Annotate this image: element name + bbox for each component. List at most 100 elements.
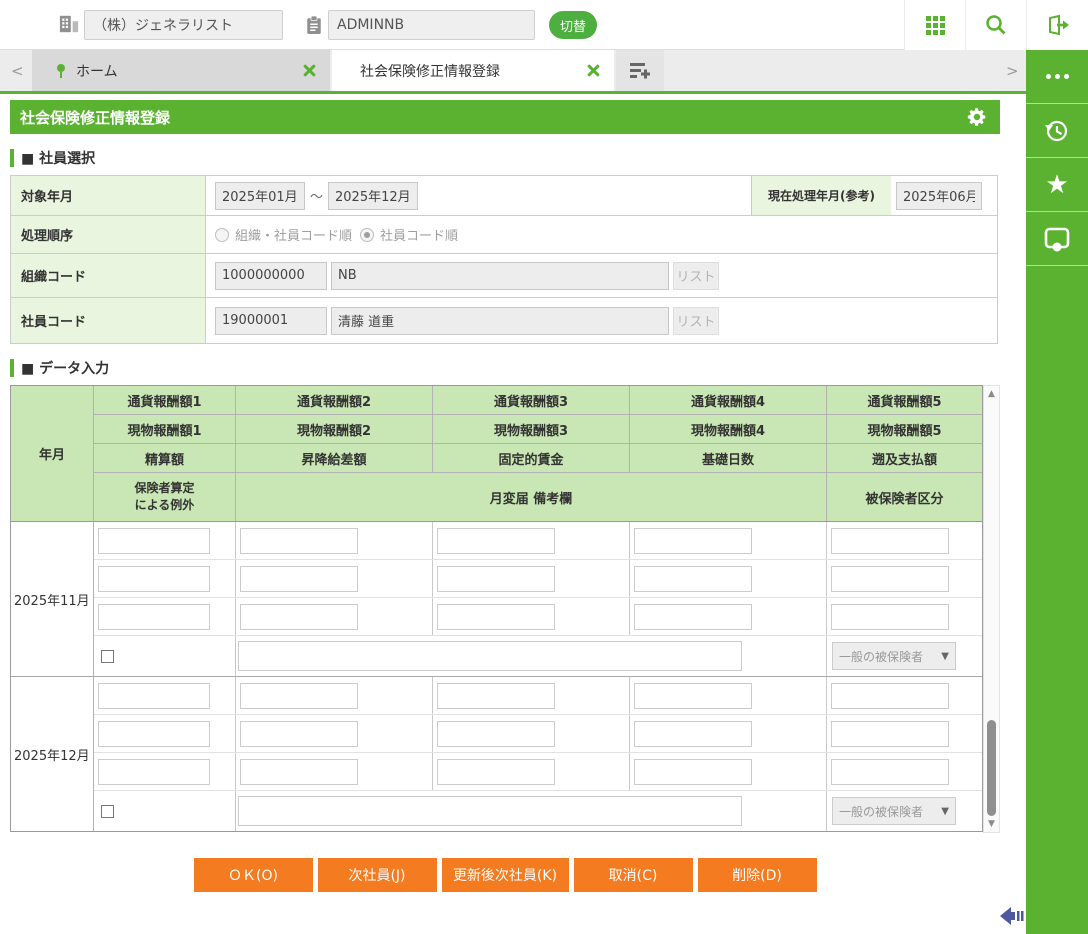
tab-scroll-left[interactable]: <	[11, 62, 24, 80]
scroll-up-icon[interactable]: ▲	[984, 386, 999, 402]
order-radio-emp[interactable]	[360, 228, 374, 242]
emp-name-input[interactable]	[331, 307, 669, 335]
user-input[interactable]	[328, 10, 535, 40]
col-header: 通貨報酬額1	[94, 386, 236, 414]
amount-input[interactable]	[831, 528, 949, 554]
col-header: 通貨報酬額5	[827, 386, 982, 414]
switch-button[interactable]: 切替	[549, 11, 597, 39]
scrollbar-thumb[interactable]	[987, 720, 996, 816]
close-icon[interactable]	[303, 64, 316, 77]
ym-from-input[interactable]	[215, 182, 305, 210]
emp-list-button[interactable]: リスト	[673, 307, 719, 335]
amount-input[interactable]	[240, 528, 358, 554]
org-code-input[interactable]	[215, 262, 327, 290]
tab-scroll-right[interactable]: >	[1006, 62, 1019, 80]
ok-button[interactable]: ＯＫ(O)	[194, 858, 313, 892]
amount-input[interactable]	[437, 759, 555, 785]
app-menu-button[interactable]	[904, 0, 965, 50]
amount-input[interactable]	[98, 721, 210, 747]
next-employee-button[interactable]: 次社員(J)	[318, 858, 437, 892]
tab-active[interactable]: 社会保険修正情報登録	[332, 50, 614, 91]
cell	[94, 753, 236, 790]
emp-code-input[interactable]	[215, 307, 327, 335]
amount-input[interactable]	[437, 683, 555, 709]
data-grid-wrap: 年月 通貨報酬額1 通貨報酬額2 通貨報酬額3 通貨報酬額4 通貨報酬額5 現物…	[10, 385, 1000, 833]
insured-type-select[interactable]: 一般の被保険者 ▼	[832, 642, 956, 670]
amount-input[interactable]	[240, 759, 358, 785]
month-label: 2025年11月	[11, 522, 94, 676]
cell	[433, 560, 630, 597]
memo-button[interactable]	[1026, 212, 1088, 266]
cell	[236, 560, 433, 597]
amount-input[interactable]	[831, 566, 949, 592]
amount-input[interactable]	[634, 683, 752, 709]
amount-input[interactable]	[437, 566, 555, 592]
close-icon[interactable]	[587, 64, 600, 77]
org-name-input[interactable]	[331, 262, 669, 290]
amount-input[interactable]	[240, 566, 358, 592]
amount-input[interactable]	[437, 528, 555, 554]
amount-input[interactable]	[98, 759, 210, 785]
col-header: 固定的賃金	[433, 444, 630, 472]
cell	[433, 677, 630, 714]
insured-header: 被保険者区分	[827, 473, 982, 521]
add-tab-button[interactable]	[616, 50, 664, 91]
amount-input[interactable]	[831, 604, 949, 630]
amount-input[interactable]	[634, 759, 752, 785]
scroll-down-icon[interactable]: ▼	[984, 816, 999, 832]
order-radio-org-emp[interactable]	[215, 228, 229, 242]
ym-to-input[interactable]	[328, 182, 418, 210]
delete-button[interactable]: 削除(D)	[698, 858, 817, 892]
amount-input[interactable]	[240, 721, 358, 747]
amount-input[interactable]	[831, 759, 949, 785]
amount-input[interactable]	[634, 721, 752, 747]
update-next-employee-button[interactable]: 更新後次社員(K)	[442, 858, 569, 892]
history-button[interactable]	[1026, 104, 1088, 158]
exception-checkbox[interactable]	[101, 650, 114, 663]
current-ym-input[interactable]	[896, 182, 982, 210]
remark-input[interactable]	[238, 641, 742, 671]
amount-input[interactable]	[634, 528, 752, 554]
cell	[94, 715, 236, 752]
amount-input[interactable]	[437, 721, 555, 747]
cell	[433, 753, 630, 790]
amount-input[interactable]	[437, 604, 555, 630]
top-bar: 切替	[0, 0, 1088, 50]
section-data-entry: ■ データ入力	[10, 358, 109, 378]
remark-header: 月変届 備考欄	[236, 473, 827, 521]
amount-input[interactable]	[831, 721, 949, 747]
remark-input[interactable]	[238, 796, 742, 826]
col-header: 現物報酬額1	[94, 415, 236, 443]
more-options-button[interactable]	[1026, 50, 1088, 104]
amount-input[interactable]	[240, 604, 358, 630]
col-header: 現物報酬額2	[236, 415, 433, 443]
exception-cell	[94, 636, 236, 676]
employee-select-form: 対象年月 ～ 現在処理年月(参考) 処理順序 組織・社員コード順 社員コード順 …	[10, 175, 998, 344]
amount-input[interactable]	[98, 528, 210, 554]
cancel-button[interactable]: 取消(C)	[574, 858, 693, 892]
tab-home[interactable]: ホーム	[32, 50, 330, 91]
favorites-button[interactable]: ★	[1026, 158, 1088, 212]
vertical-scrollbar[interactable]: ▲ ▼	[983, 385, 1000, 833]
amount-input[interactable]	[98, 604, 210, 630]
insured-type-select[interactable]: 一般の被保険者 ▼	[832, 797, 956, 825]
cell	[94, 598, 236, 635]
insured-cell: 一般の被保険者 ▼	[827, 797, 982, 825]
emp-code-label: 社員コード	[11, 298, 206, 343]
company-input[interactable]	[84, 10, 283, 40]
amount-input[interactable]	[831, 683, 949, 709]
logout-icon	[1045, 13, 1071, 37]
amount-input[interactable]	[98, 683, 210, 709]
amount-input[interactable]	[634, 566, 752, 592]
col-header: 通貨報酬額3	[433, 386, 630, 414]
amount-input[interactable]	[98, 566, 210, 592]
exception-checkbox[interactable]	[101, 805, 114, 818]
amount-input[interactable]	[240, 683, 358, 709]
search-button[interactable]	[965, 0, 1026, 50]
gear-icon[interactable]	[966, 106, 988, 128]
amount-input[interactable]	[634, 604, 752, 630]
org-list-button[interactable]: リスト	[673, 262, 719, 290]
logout-button[interactable]	[1026, 0, 1088, 50]
caret-down-icon: ▼	[941, 651, 949, 662]
collapse-arrow-icon[interactable]	[999, 904, 1025, 928]
